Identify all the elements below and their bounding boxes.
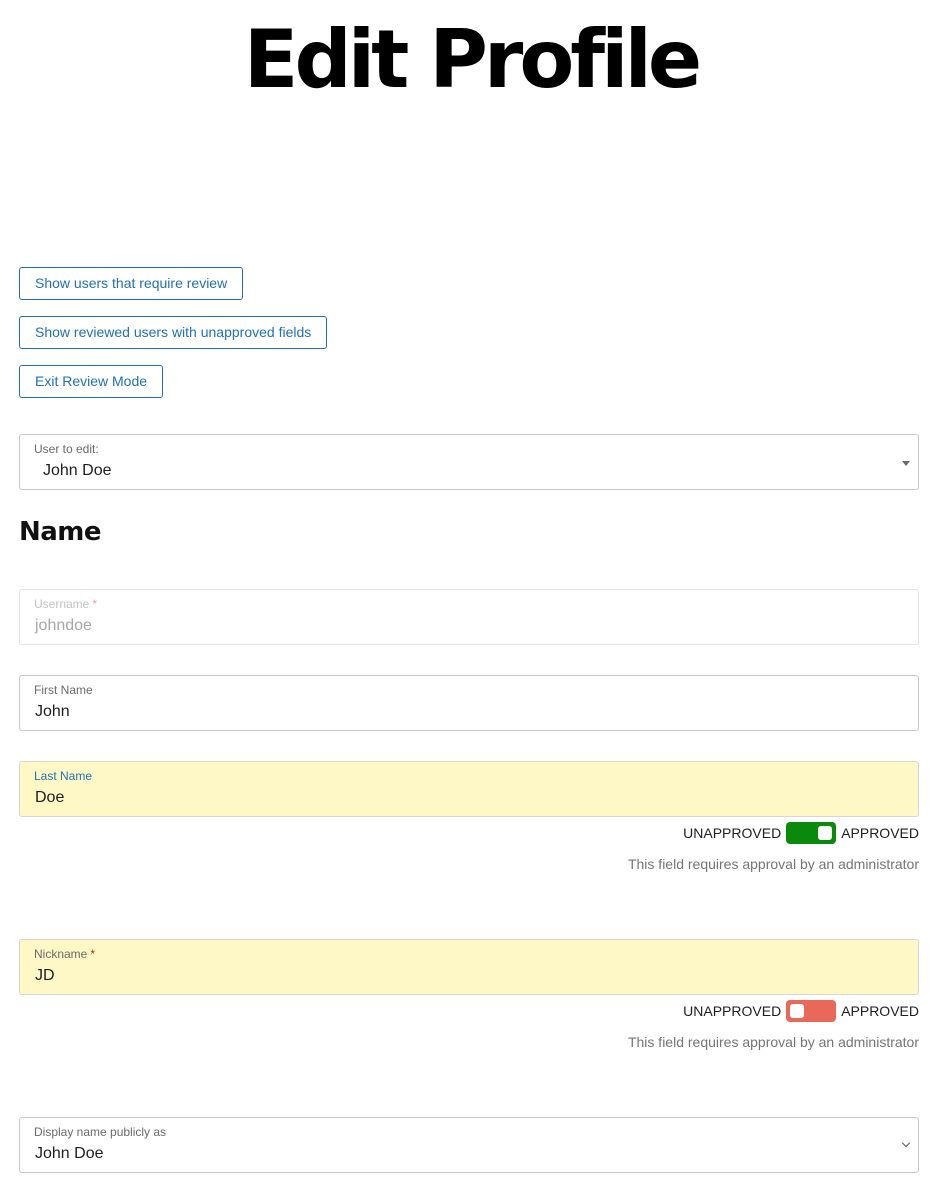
- nickname-help-text: This field requires approval by an admin…: [627, 1034, 919, 1050]
- unapproved-label: UNAPPROVED: [683, 825, 782, 841]
- first-name-field[interactable]: First Name John: [19, 675, 919, 731]
- user-to-edit-label: User to edit:: [34, 442, 99, 456]
- last-name-approval-toggle[interactable]: [786, 822, 837, 844]
- last-name-approval-row: UNAPPROVED APPROVED: [683, 822, 919, 844]
- last-name-help-text: This field requires approval by an admin…: [627, 856, 919, 872]
- username-value: johndoe: [35, 617, 92, 634]
- unapproved-label: UNAPPROVED: [683, 1003, 782, 1019]
- user-to-edit-select[interactable]: User to edit: John Doe: [19, 434, 919, 490]
- nickname-value: JD: [35, 967, 55, 984]
- nickname-label-text: Nickname: [34, 947, 88, 961]
- caret-down-icon: [902, 461, 910, 466]
- exit-review-mode-button[interactable]: Exit Review Mode: [19, 365, 164, 398]
- toggle-knob: [790, 1004, 805, 1018]
- first-name-value: John: [35, 703, 70, 720]
- username-label: Username *: [34, 597, 97, 611]
- nickname-approval-row: UNAPPROVED APPROVED: [683, 1000, 919, 1022]
- nickname-approval-toggle[interactable]: [786, 1000, 837, 1022]
- nickname-field[interactable]: Nickname * JD: [19, 939, 919, 995]
- approved-label: APPROVED: [841, 1003, 919, 1019]
- nickname-label: Nickname *: [34, 947, 95, 961]
- first-name-label: First Name: [34, 683, 93, 697]
- toggle-knob: [818, 826, 833, 840]
- username-field: Username * johndoe: [19, 589, 919, 645]
- approved-label: APPROVED: [841, 825, 919, 841]
- required-mark: *: [90, 947, 96, 961]
- page-title: Edit Profile: [243, 13, 702, 106]
- last-name-value: Doe: [35, 789, 65, 806]
- display-name-select[interactable]: Display name publicly as John Doe: [19, 1117, 919, 1173]
- show-users-require-review-button[interactable]: Show users that require review: [19, 267, 244, 300]
- required-mark: *: [92, 597, 98, 611]
- section-title-name: Name: [19, 517, 102, 547]
- last-name-label: Last Name: [34, 769, 93, 783]
- user-to-edit-value: John Doe: [43, 462, 112, 479]
- show-unapproved-fields-button[interactable]: Show reviewed users with unapproved fiel…: [19, 316, 328, 349]
- username-label-text: Username: [34, 597, 90, 611]
- display-name-value: John Doe: [35, 1145, 104, 1162]
- display-name-label: Display name publicly as: [34, 1125, 167, 1139]
- chevron-down-icon: [901, 1138, 911, 1148]
- last-name-field[interactable]: Last Name Doe: [19, 761, 919, 817]
